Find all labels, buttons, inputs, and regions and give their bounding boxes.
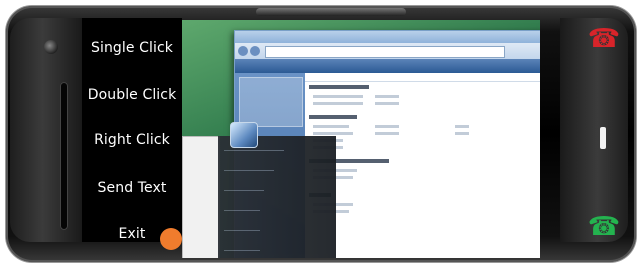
section-heading [309, 115, 357, 119]
start-menu-item [224, 210, 260, 211]
file-list [305, 73, 540, 258]
back-icon [238, 46, 248, 56]
list-item [455, 132, 469, 135]
list-item [375, 132, 399, 135]
window-toolbar [235, 59, 540, 73]
list-item [375, 102, 399, 105]
menu-key[interactable] [600, 127, 606, 149]
single-click-option[interactable]: Single Click [82, 40, 182, 56]
start-menu-item [224, 170, 274, 171]
start-menu-item [224, 190, 264, 191]
start-menu-places [218, 136, 336, 258]
section-heading [309, 85, 369, 89]
forward-icon [250, 46, 260, 56]
task-panel-box [239, 77, 303, 127]
list-item [313, 95, 363, 98]
user-avatar-icon [230, 122, 258, 148]
touch-indicator [160, 228, 182, 250]
remote-desktop-screen[interactable] [182, 20, 540, 258]
call-icon[interactable]: ☎ [584, 212, 624, 242]
camera-lens [44, 40, 58, 54]
double-click-option[interactable]: Double Click [82, 87, 182, 103]
end-call-icon[interactable]: ☎ [584, 24, 624, 54]
start-menu-item [224, 230, 260, 231]
list-item [455, 125, 469, 128]
start-menu [182, 128, 338, 258]
address-bar [265, 46, 505, 58]
list-item [375, 95, 399, 98]
start-menu-programs [182, 136, 220, 258]
right-click-option[interactable]: Right Click [82, 132, 182, 148]
window-title-bar [235, 31, 540, 43]
start-menu-item [224, 150, 284, 151]
remote-control-menu: Single Click Double Click Right Click Se… [82, 18, 182, 242]
top-edge-button [256, 8, 406, 16]
send-text-option[interactable]: Send Text [82, 180, 182, 196]
speaker-grille [60, 82, 68, 230]
list-item [313, 102, 363, 105]
list-item [375, 125, 399, 128]
navigation-bar [235, 43, 540, 59]
left-bezel [10, 18, 82, 242]
start-menu-item [224, 250, 260, 251]
column-header [305, 73, 540, 82]
